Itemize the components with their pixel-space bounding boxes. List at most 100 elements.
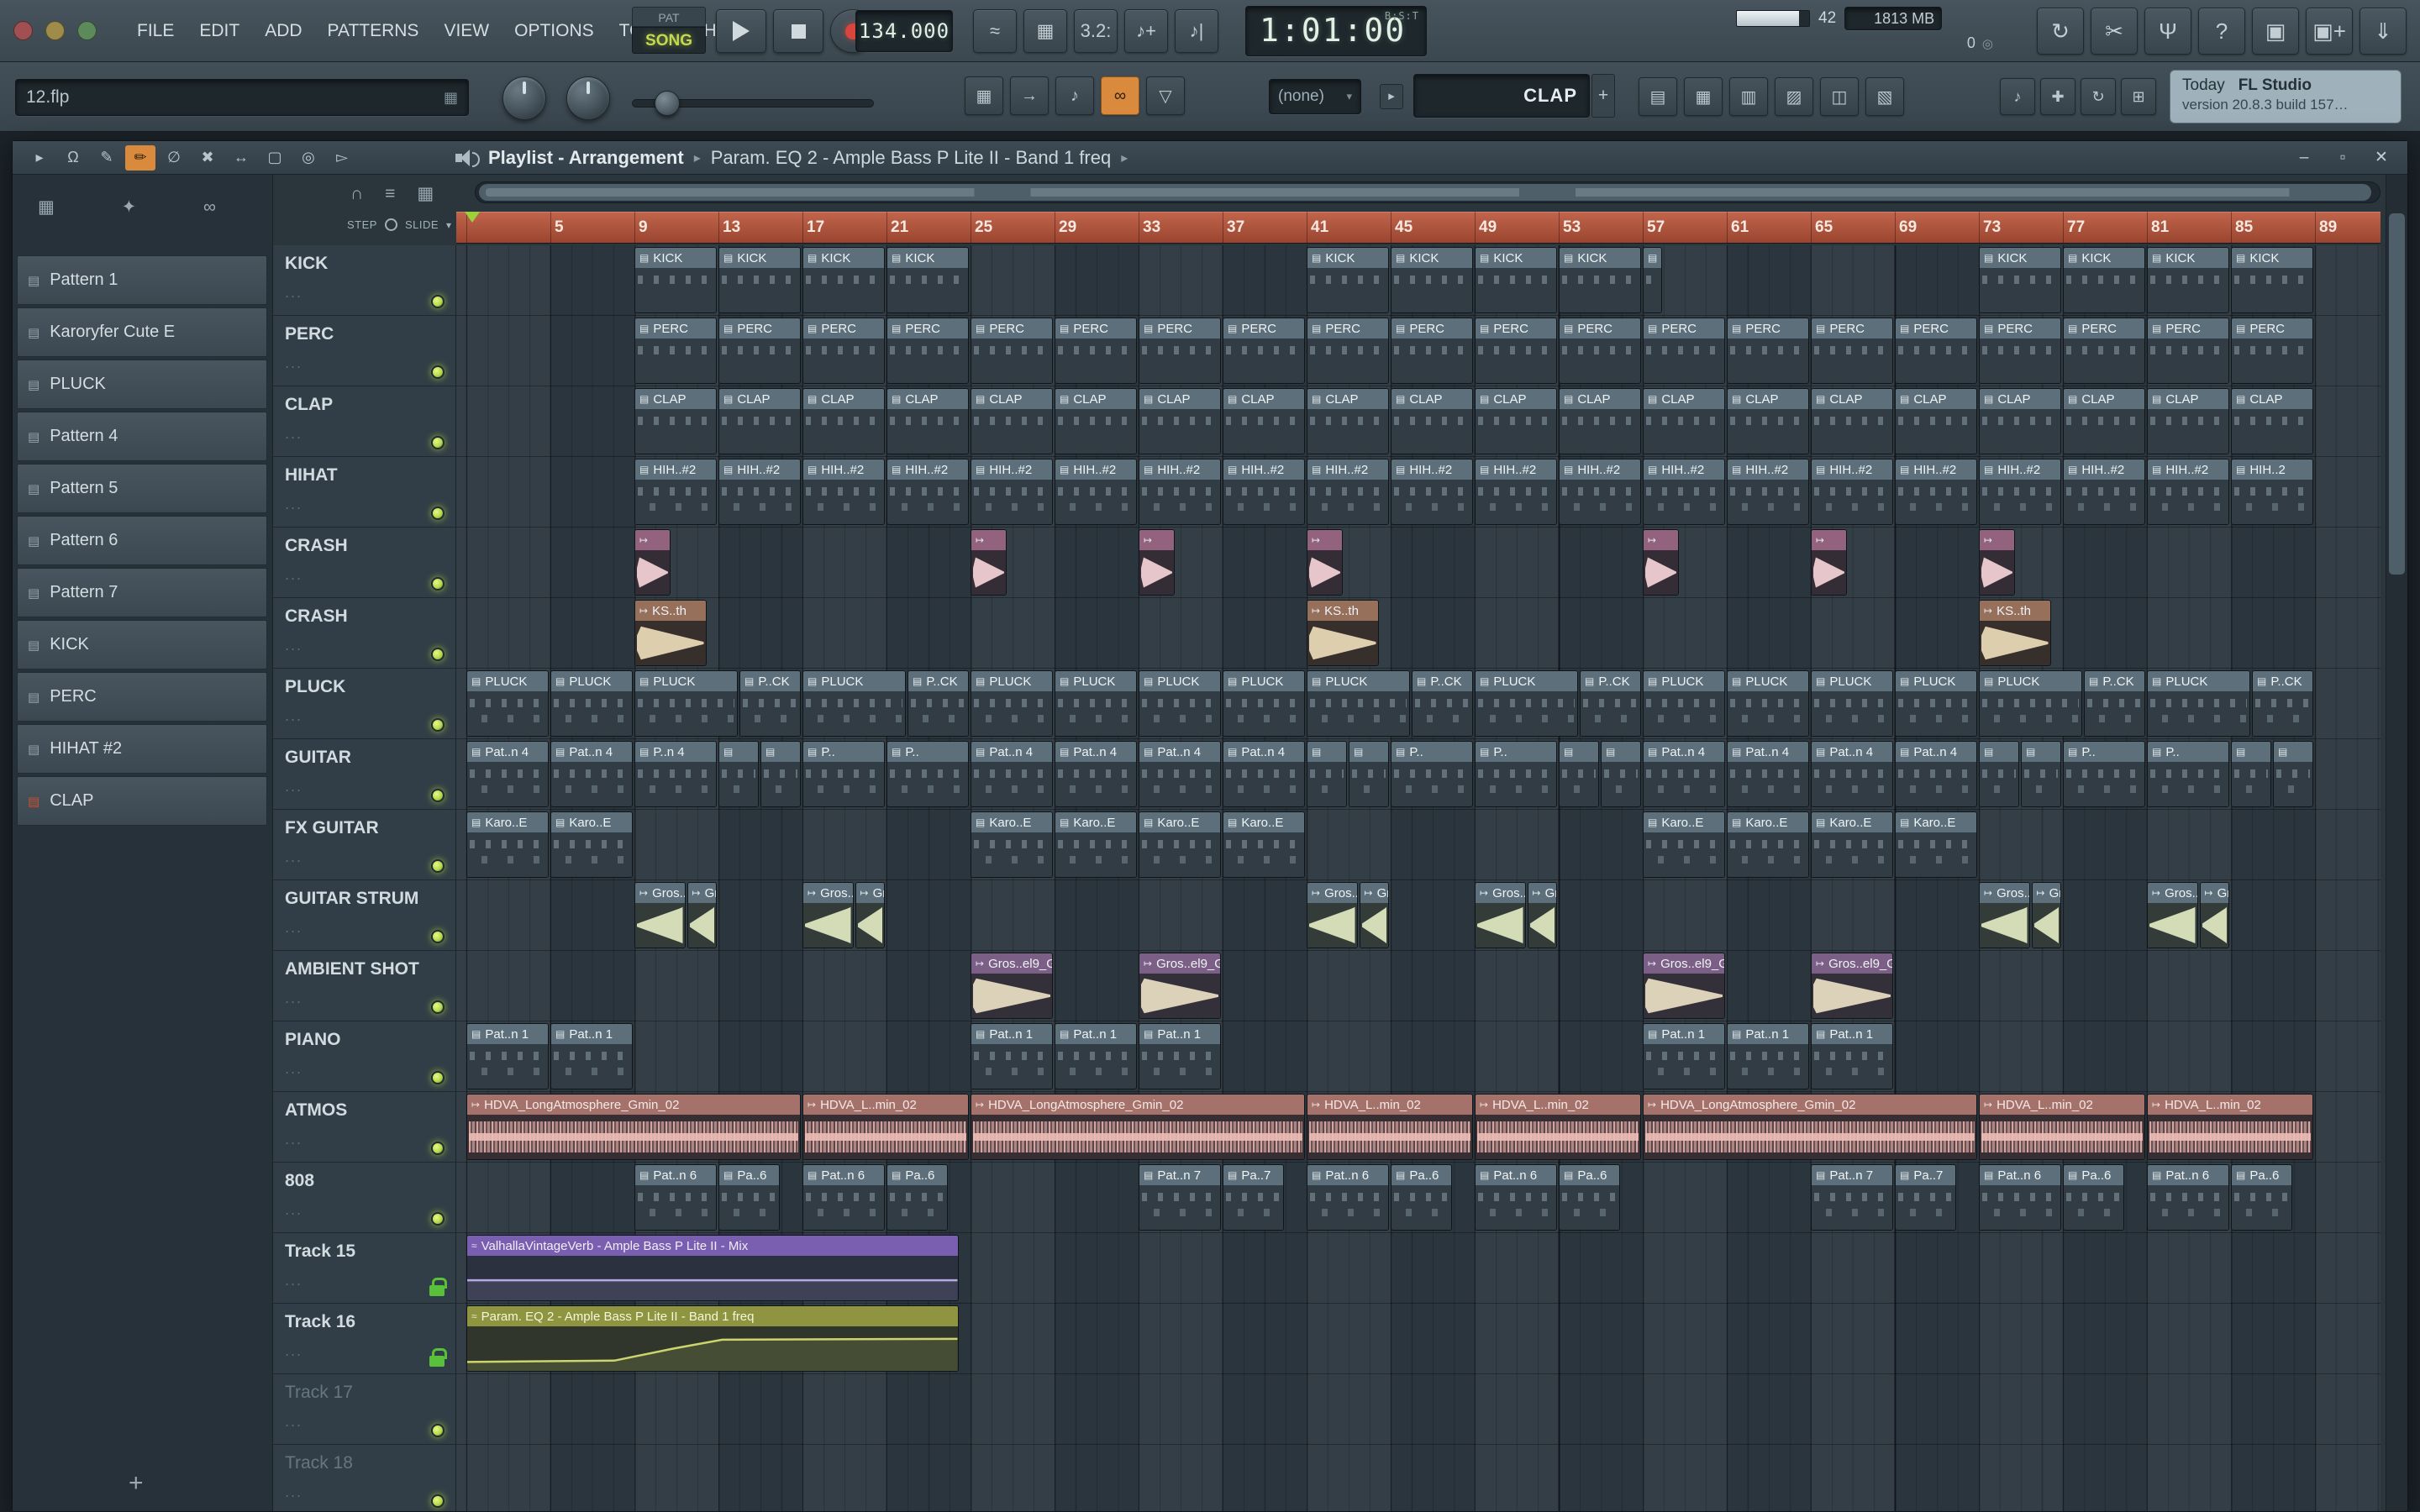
clip-pluck-7-8[interactable]: ▤ PLUCK [1055,670,1137,737]
clip-ambient-shot-11-4[interactable]: ↦Gros..el9_G# [1811,953,1893,1019]
menu-file[interactable]: FILE [124,21,187,41]
horizontal-scrollbar[interactable] [475,181,2381,203]
menu-view[interactable]: VIEW [431,21,502,41]
clip-guitar-8-20[interactable]: ▤ Pat..n 4 [1811,741,1893,807]
track-lane-atmos-13[interactable]: ↦ HDVA_LongAtmosphere_Gmin_02 ↦ HDVA_L..min… [456,1092,2381,1163]
project-title-field[interactable]: 12.flp ▦ [15,79,469,116]
channel-rack-icon[interactable]: ▥ [1729,77,1768,116]
pattern-item-kick[interactable]: ▤ KICK [17,620,267,669]
clip-perc-2-6[interactable]: ▤ PERC [1055,318,1137,384]
clip-kick-1-8[interactable]: ▤ KICK [1559,247,1641,313]
clip-guitar-strum-10-2[interactable]: ↦Gr..l [687,882,717,948]
clip-hihat-4-20[interactable]: ▤ HIH..2 [2231,459,2313,525]
track-lane-perc-2[interactable]: ▤ PERC ▤ PERC ▤ PERC ▤ PERC ▤ PERC ▤ PERC ▤ PERC ▤ PERC… [456,316,2381,386]
clip-atmos-13-3[interactable]: ↦ HDVA_LongAtmosphere_Gmin_02 [971,1094,1305,1160]
track-header-pluck-7[interactable]: PLUCK... [273,669,455,739]
clip-atmos-13-7[interactable]: ↦ HDVA_L..min_02 [1979,1094,2145,1160]
track-led[interactable] [431,1494,445,1508]
step-slide-toggle[interactable] [384,218,397,231]
stop-button[interactable] [773,9,823,53]
clip-guitar-strum-10-8[interactable]: ↦Gr..l [1527,882,1557,948]
track-header-track-18-18[interactable]: Track 18... [273,1445,455,1511]
clip-pluck-7-1[interactable]: ▤ PLUCK [466,670,549,737]
clip-hihat-4-6[interactable]: ▤ HIH..#2 [1055,459,1137,525]
clip-pluck-7-22[interactable]: ▤ P..CK [2252,670,2313,737]
mic-icon[interactable]: Ψ [2144,8,2191,55]
clip-clap-3-10[interactable]: ▤ CLAP [1391,388,1473,454]
track-lane-piano-12[interactable]: ▤ Pat..n 1 ▤ Pat..n 1 ▤ Pat..n 1 ▤ Pat..n 1 ▤ Pat… [456,1021,2381,1092]
playhead-marker[interactable] [465,212,480,223]
clip-guitar-8-8[interactable]: ▤ Pat..n 4 [971,741,1053,807]
track-header-track-15-15[interactable]: Track 15... [273,1233,455,1304]
track-led[interactable] [431,577,445,591]
track-options-button[interactable]: ... [285,1060,302,1078]
clip-guitar-strum-10-1[interactable]: ↦Gros..el [634,882,686,948]
menu-options[interactable]: OPTIONS [502,21,607,41]
clip-hihat-4-10[interactable]: ▤ HIH..#2 [1391,459,1473,525]
chain-icon[interactable]: ∞ [203,197,216,218]
clip-pluck-7-3[interactable]: ▤ PLUCK [634,670,738,737]
track-lane-crash-5[interactable]: ↦ ↦ ↦ ↦ ↦ ↦ ↦ [456,528,2381,598]
clip-hihat-4-3[interactable]: ▤ HIH..#2 [802,459,885,525]
pattern-next-button[interactable]: ▸ [1380,84,1403,109]
clip-808-14-7[interactable]: ▤ Pat..n 6 [1307,1164,1389,1231]
typing-piano-icon[interactable]: ▦ [1023,9,1067,53]
clip-fx-guitar-9-10[interactable]: ▤ Karo..E [1895,811,1977,878]
clip-clap-3-8[interactable]: ▤ CLAP [1223,388,1305,454]
clip-fx-guitar-9-7[interactable]: ▤ Karo..E [1643,811,1725,878]
clip-pluck-7-9[interactable]: ▤ PLUCK [1139,670,1221,737]
clip-fx-guitar-9-4[interactable]: ▤ Karo..E [1055,811,1137,878]
clip-perc-2-7[interactable]: ▤ PERC [1139,318,1221,384]
clip-clap-3-7[interactable]: ▤ CLAP [1139,388,1221,454]
track-options-button[interactable]: ... [285,1342,302,1360]
clip-guitar-8-22[interactable]: ▤ [1979,741,2019,807]
clip-hihat-4-5[interactable]: ▤ HIH..#2 [971,459,1053,525]
clip-pluck-7-18[interactable]: ▤ PLUCK [1895,670,1977,737]
song-mode-button[interactable]: SONG [632,27,706,54]
pattern-item-pluck[interactable]: ▤ PLUCK [17,360,267,409]
blend-notes-icon[interactable]: ≈ [973,9,1017,53]
clip-guitar-8-9[interactable]: ▤ Pat..n 4 [1055,741,1137,807]
track-header-808-14[interactable]: 808... [273,1163,455,1233]
clip-guitar-8-1[interactable]: ▤ Pat..n 4 [466,741,549,807]
tempo-display[interactable]: 134.000 [855,10,953,52]
clip-perc-2-13[interactable]: ▤ PERC [1643,318,1725,384]
clip-perc-2-4[interactable]: ▤ PERC [886,318,969,384]
master-pitch-knob[interactable] [502,76,546,120]
playlist-minimize-button[interactable]: – [2286,145,2322,171]
clip-crash-5-6[interactable]: ↦ [1811,529,1847,596]
track-options-button[interactable]: ... [285,1201,302,1219]
clip-pluck-7-6[interactable]: ▤ P..CK [908,670,969,737]
vertical-scrollbar[interactable] [2386,175,2407,1511]
track-header-crash-6[interactable]: CRASH... [273,598,455,669]
shuffle-slider[interactable] [632,91,874,116]
clip-hihat-4-4[interactable]: ▤ HIH..#2 [886,459,969,525]
clip-hihat-4-19[interactable]: ▤ HIH..#2 [2147,459,2229,525]
clip-piano-12-3[interactable]: ▤ Pat..n 1 [971,1023,1053,1089]
plugin-picker-icon[interactable]: ▧ [1865,77,1904,116]
channel-display[interactable]: CLAP [1413,74,1590,118]
menu-edit[interactable]: EDIT [187,21,252,41]
clip-clap-3-11[interactable]: ▤ CLAP [1475,388,1557,454]
clip-guitar-strum-10-5[interactable]: ↦Gros..el [1307,882,1358,948]
pattern-selector[interactable]: (none) ▾ [1269,79,1361,114]
playlist-window-icon[interactable]: ▤ [1639,77,1677,116]
vertical-scrollbar-thumb[interactable] [2389,213,2405,575]
export-icon[interactable]: ⇓ [2360,8,2407,55]
slider-thumb[interactable] [654,91,680,116]
clip-kick-1-10[interactable]: ▤ KICK [1979,247,2061,313]
track-lane-track-16-16[interactable]: ≈ Param. EQ 2 - Ample Bass P Lite II - Ba… [456,1304,2381,1374]
track-options-button[interactable]: ... [285,707,302,725]
clip-808-14-4[interactable]: ▤ Pa..6 [886,1164,948,1231]
clip-guitar-8-5[interactable]: ▤ [760,741,801,807]
track-header-hihat-4[interactable]: HIHAT... [273,457,455,528]
track-led[interactable] [431,789,445,802]
track-options-button[interactable]: ... [285,425,302,443]
clip-crash-5-5[interactable]: ↦ [1643,529,1679,596]
clip-guitar-8-12[interactable]: ▤ [1307,741,1347,807]
track-lane-track-17-17[interactable] [456,1374,2381,1445]
clip-guitar-strum-10-12[interactable]: ↦ Gr..l [2199,882,2229,948]
clip-guitar-8-13[interactable]: ▤ [1349,741,1389,807]
fullscreen-window-button[interactable] [77,21,97,40]
clip-fx-guitar-9-6[interactable]: ▤ Karo..E [1223,811,1305,878]
